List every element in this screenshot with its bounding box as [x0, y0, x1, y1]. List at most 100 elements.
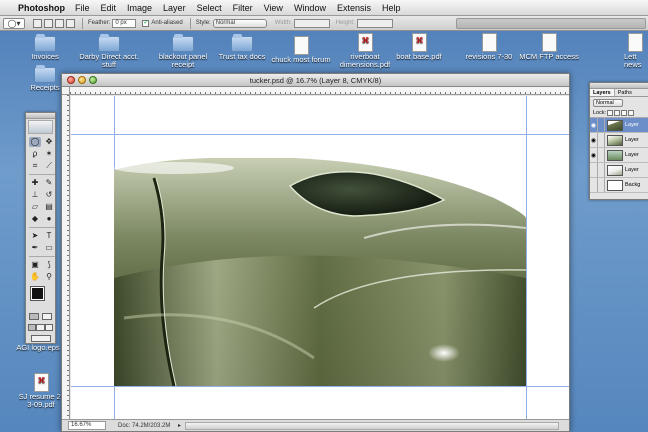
menu-help[interactable]: Help [382, 3, 401, 13]
full-screen-mode-icon[interactable] [44, 324, 53, 331]
magic-wand-tool-icon[interactable]: ✶ [43, 149, 55, 159]
blend-mode-select[interactable]: Normal [593, 99, 623, 107]
subtract-selection-icon[interactable] [55, 18, 64, 28]
brush-link-icon[interactable] [598, 118, 605, 132]
ruler-origin[interactable] [62, 87, 70, 95]
palette-well[interactable] [456, 17, 646, 29]
clone-stamp-tool-icon[interactable]: ⊥ [29, 190, 41, 200]
blur-tool-icon[interactable]: ◆ [29, 214, 41, 224]
zoom-window-icon[interactable] [89, 76, 97, 84]
eyedropper-tool-icon[interactable]: ⟆ [43, 260, 55, 270]
desktop-icon-blackout[interactable]: blackout panel receipt [150, 34, 216, 69]
zoom-level-field[interactable]: 16.67% [68, 421, 106, 430]
desktop-icon-trust-tax[interactable]: Trust tax docs [214, 34, 270, 61]
brush-tool-icon[interactable]: ✎ [43, 178, 55, 188]
gradient-tool-icon[interactable]: ▤ [43, 202, 55, 212]
lock-position-icon[interactable] [621, 110, 628, 116]
minimize-window-icon[interactable] [78, 76, 86, 84]
horizontal-scrollbar[interactable] [185, 421, 559, 430]
dodge-tool-icon[interactable]: ● [43, 214, 55, 224]
lock-pixels-icon[interactable] [614, 110, 621, 116]
lock-transparency-icon[interactable] [607, 110, 614, 116]
elliptical-marquee-tool-icon[interactable]: ◯ [29, 137, 41, 147]
menu-edit[interactable]: Edit [101, 3, 117, 13]
guide-horizontal[interactable] [71, 134, 569, 135]
canvas[interactable] [71, 96, 569, 419]
hand-tool-icon[interactable]: ✋ [29, 272, 41, 282]
status-arrow-icon[interactable]: ▸ [178, 422, 181, 429]
menu-file[interactable]: File [75, 3, 90, 13]
link-icon[interactable] [598, 178, 605, 192]
standard-screen-mode-icon[interactable] [28, 324, 37, 331]
desktop-icon-mcm-ftp[interactable]: MCM FTP access [518, 33, 580, 61]
layer-row[interactable]: Backg [590, 178, 648, 193]
feather-input[interactable]: 0 px [112, 18, 137, 28]
desktop-icon-darby[interactable]: Darby Direct acct. stuff [76, 34, 142, 69]
history-brush-tool-icon[interactable]: ↺ [43, 190, 55, 200]
add-selection-icon[interactable] [44, 18, 53, 28]
link-icon[interactable] [598, 148, 605, 162]
eraser-tool-icon[interactable]: ▱ [29, 202, 41, 212]
slice-tool-icon[interactable]: ⟋ [43, 161, 55, 171]
visibility-eye-icon[interactable]: ◉ [590, 118, 598, 132]
menu-select[interactable]: Select [197, 3, 222, 13]
desktop-icon-invoices[interactable]: Invoices [22, 34, 68, 61]
visibility-eye-icon[interactable] [590, 178, 598, 192]
document-titlebar[interactable]: tucker.psd @ 16.7% (Layer 8, CMYK/8) [62, 74, 569, 87]
tools-panel-header[interactable] [26, 113, 55, 119]
layer-row[interactable]: ◉ Layer [590, 133, 648, 148]
quick-mask-mode-icon[interactable] [41, 313, 52, 320]
close-window-icon[interactable] [67, 76, 75, 84]
style-select[interactable]: Normal [212, 18, 267, 28]
menu-layer[interactable]: Layer [163, 3, 186, 13]
crop-tool-icon[interactable]: ⌗ [29, 161, 41, 171]
shape-tool-icon[interactable]: ▭ [43, 243, 55, 253]
intersect-selection-icon[interactable] [66, 18, 75, 28]
lasso-tool-icon[interactable]: ϼ [29, 149, 41, 159]
horizontal-ruler[interactable] [70, 87, 569, 95]
desktop-icon-sj-resume[interactable]: ⌘ SJ resume 2-3-09.pdf [18, 373, 64, 409]
desktop-icon-riverboat[interactable]: ⌘ riverboat dimensions.pdf [336, 33, 394, 69]
height-input[interactable] [356, 18, 393, 28]
notes-tool-icon[interactable]: ▣ [29, 260, 41, 270]
full-screen-menu-mode-icon[interactable] [36, 324, 45, 331]
layer-row[interactable]: ◉ Layer [590, 148, 648, 163]
photoshop-feather-logo[interactable] [28, 120, 53, 134]
visibility-eye-icon[interactable]: ◉ [590, 148, 598, 162]
desktop-icon-chuck-most[interactable]: chuck most forum [268, 36, 334, 64]
link-icon[interactable] [598, 133, 605, 147]
antialiased-checkbox[interactable]: ✓ [142, 19, 150, 27]
menu-view[interactable]: View [264, 3, 283, 13]
desktop-icon-revisions[interactable]: revisions 7-30 [458, 33, 520, 61]
tool-preset-picker[interactable]: ◯▾ [3, 17, 25, 29]
menu-extensis[interactable]: Extensis [337, 3, 371, 13]
jump-to-imageready-icon[interactable] [30, 335, 51, 342]
tab-layers[interactable]: Layers [590, 89, 615, 96]
foreground-color-swatch[interactable] [30, 286, 45, 301]
standard-mode-icon[interactable] [29, 313, 40, 320]
layer-row[interactable]: Layer [590, 163, 648, 178]
pen-tool-icon[interactable]: ✒ [29, 243, 41, 253]
desktop-icon-lett-news[interactable]: Lett news [624, 33, 648, 69]
visibility-eye-icon[interactable]: ◉ [590, 133, 598, 147]
path-selection-tool-icon[interactable]: ➤ [29, 231, 41, 241]
tab-paths[interactable]: Paths [615, 89, 635, 96]
menu-window[interactable]: Window [294, 3, 326, 13]
guide-vertical[interactable] [526, 96, 527, 419]
zoom-tool-icon[interactable]: ⚲ [43, 272, 55, 282]
guide-horizontal[interactable] [71, 386, 569, 387]
layer-row[interactable]: ◉ Layer [590, 118, 648, 133]
lock-all-icon[interactable] [628, 110, 635, 116]
healing-brush-tool-icon[interactable]: ✚ [29, 178, 41, 188]
link-icon[interactable] [598, 163, 605, 177]
document-size[interactable]: Doc: 74.2M/203.2M [118, 423, 178, 429]
menu-filter[interactable]: Filter [233, 3, 253, 13]
menu-image[interactable]: Image [127, 3, 152, 13]
width-input[interactable] [293, 18, 330, 28]
move-tool-icon[interactable]: ✥ [43, 137, 55, 147]
visibility-eye-icon[interactable] [590, 163, 598, 177]
vertical-ruler[interactable] [62, 95, 70, 419]
type-tool-icon[interactable]: T [43, 231, 55, 241]
new-selection-icon[interactable] [33, 18, 42, 28]
desktop-icon-boat-base[interactable]: ⌘ boat base.pdf [392, 33, 446, 61]
